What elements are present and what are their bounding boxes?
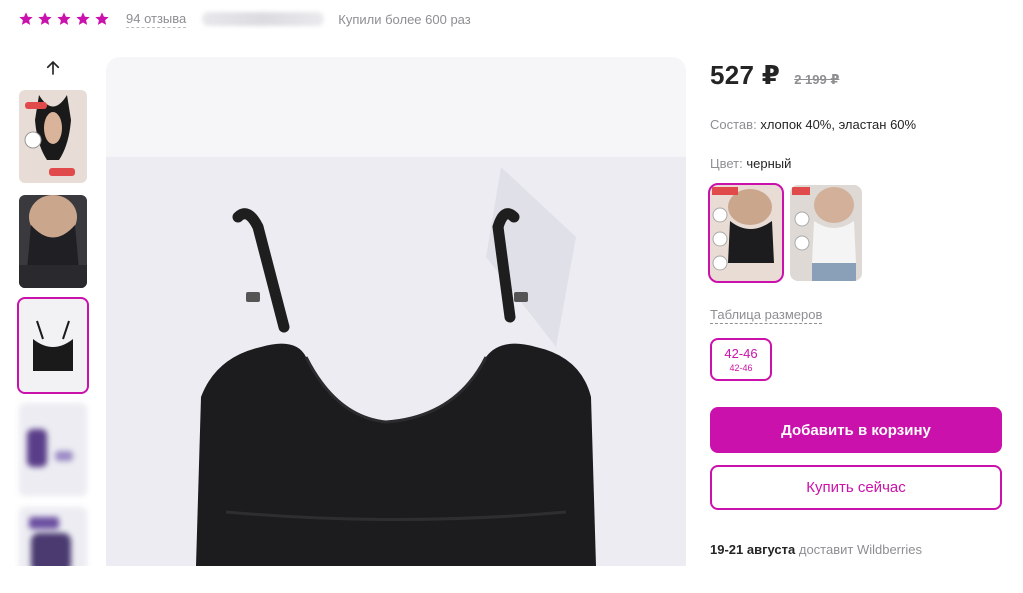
color-swatch-white[interactable]: [790, 185, 862, 281]
size-sub-label: 42-46: [729, 362, 753, 373]
star-icon: [19, 12, 33, 25]
color-row: Цвет: черный: [710, 156, 1002, 171]
composition-value: хлопок 40%, эластан 60%: [760, 117, 917, 132]
composition: Состав: хлопок 40%, эластан 60%: [710, 117, 1002, 132]
color-swatch-black[interactable]: [708, 183, 784, 283]
star-icon: [95, 12, 109, 25]
product-info: 527 ₽ 2 199 ₽ Состав: хлопок 40%, эласта…: [708, 60, 1002, 557]
delivery-info: 19-21 августа доставит Wildberries: [710, 542, 1002, 557]
star-icon: [57, 12, 71, 25]
add-to-cart-button[interactable]: Добавить в корзину: [710, 407, 1002, 453]
arrow-up-icon: [46, 60, 60, 75]
composition-label: Состав:: [710, 117, 757, 132]
thumbnail-column: [14, 52, 92, 566]
thumbnail-2[interactable]: [19, 195, 87, 288]
star-icon: [38, 12, 52, 25]
size-option-42-46[interactable]: 42-46 42-46: [710, 338, 772, 381]
star-icon: [76, 12, 90, 25]
color-swatches: [708, 183, 1002, 283]
delivery-text: доставит Wildberries: [798, 542, 922, 557]
thumbnail-5[interactable]: [19, 507, 87, 566]
size-table-link[interactable]: Таблица размеров: [710, 307, 823, 324]
article-number-blurred: [202, 12, 325, 26]
delivery-dates: 19-21 августа: [710, 542, 796, 557]
rating-row: 94 отзыва Купили более 600 раз: [18, 9, 471, 29]
bought-count: Купили более 600 раз: [338, 11, 471, 27]
price-row: 527 ₽ 2 199 ₽: [710, 60, 1002, 91]
old-price: 2 199 ₽: [794, 72, 840, 87]
scroll-up-button[interactable]: [41, 56, 65, 80]
thumbnail-3[interactable]: [17, 297, 89, 394]
color-value: черный: [746, 156, 792, 171]
buy-now-button[interactable]: Купить сейчас: [710, 465, 1002, 510]
size-main-label: 42-46: [724, 345, 758, 361]
thumbnail-1[interactable]: [19, 90, 87, 183]
main-product-image[interactable]: [106, 57, 686, 566]
rating-stars: [18, 11, 110, 27]
color-label: Цвет:: [710, 156, 743, 171]
current-price: 527 ₽: [710, 60, 781, 90]
reviews-link[interactable]: 94 отзыва: [126, 11, 187, 28]
thumbnail-4[interactable]: [19, 403, 87, 496]
